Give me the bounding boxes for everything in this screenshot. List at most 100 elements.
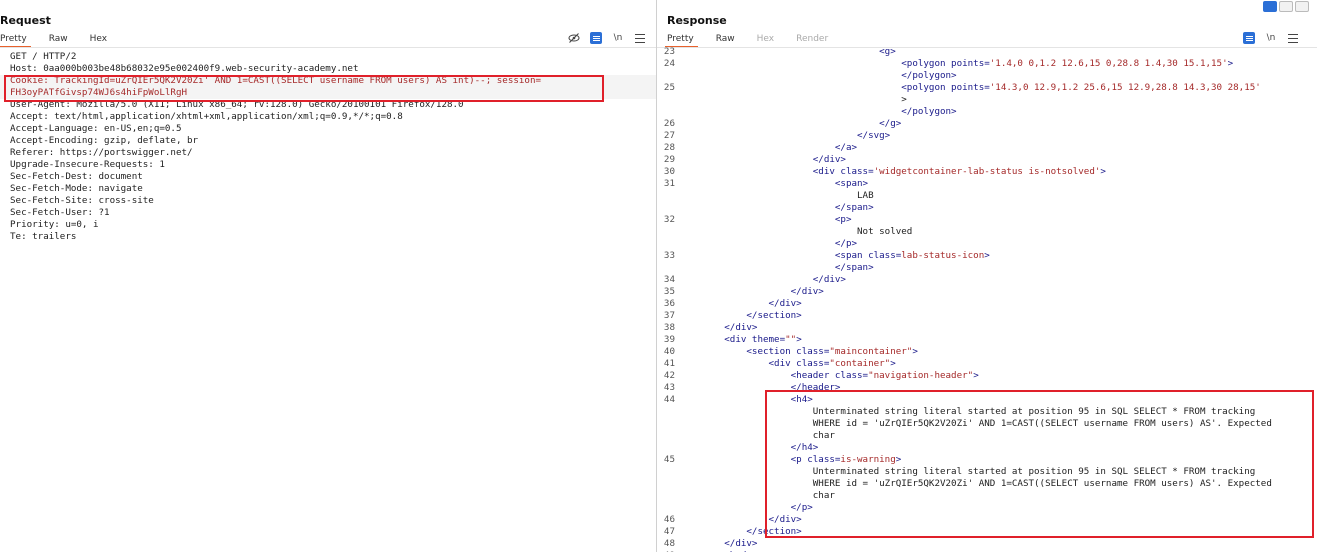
request-title: Request [0,14,51,27]
response-line: 34 </div> [657,274,1317,286]
code-text: <div theme=""> [680,334,802,345]
line-number: 26 [663,118,675,129]
response-tools: \n [1243,32,1299,44]
request-tab-pretty[interactable]: Pretty [0,31,31,48]
tabs-layout-button[interactable] [1295,1,1309,12]
request-tools: \n [568,32,646,44]
code-text: </span> [680,202,874,213]
code-text: <section class="maincontainer"> [680,346,918,357]
hamburger-icon[interactable] [634,32,646,44]
line-number: 47 [663,526,675,537]
request-tab-raw[interactable]: Raw [49,31,68,48]
request-line: Te: trailers [10,231,77,242]
code-text: <span> [680,178,869,189]
response-line: 35 </div> [657,286,1317,298]
code-text: > [680,94,907,105]
request-line: GET / HTTP/2 [10,51,77,62]
code-text: <div class="container"> [680,358,896,369]
code-text: <div class='widgetcontainer-lab-status i… [680,166,1106,177]
response-line: </span> [657,262,1317,274]
code-text: <g> [680,46,896,57]
response-line: > [657,94,1317,106]
response-line: </polygon> [657,70,1317,82]
response-line: 23 <g> [657,46,1317,58]
line-number: 48 [663,538,675,549]
code-text: </div> [680,154,846,165]
hamburger-icon[interactable] [1287,32,1299,44]
code-text: </a> [680,142,858,153]
response-line: 26 </g> [657,118,1317,130]
request-line: Sec-Fetch-Site: cross-site [10,195,154,206]
code-text: Not solved [680,226,913,237]
split-vertical-button[interactable] [1279,1,1293,12]
code-text: </g> [680,118,902,129]
code-text: </polygon> [680,106,957,117]
split-horizontal-button[interactable] [1263,1,1277,12]
line-number: 25 [663,82,675,93]
request-line: Referer: https://portswigger.net/ [10,147,193,158]
response-line: 29 </div> [657,154,1317,166]
request-tab-hex[interactable]: Hex [90,31,107,48]
line-number: 29 [663,154,675,165]
layout-toggle [1263,1,1309,12]
response-line: 31 <span> [657,178,1317,190]
response-line: 30 <div class='widgetcontainer-lab-statu… [657,166,1317,178]
line-number: 42 [663,370,675,381]
code-text: <polygon points='1.4,0 0,1.2 12.6,15 0,2… [680,58,1234,69]
code-text: </div> [680,274,846,285]
response-pane: Response Pretty Raw Hex Render \n 23 <g>… [657,0,1317,552]
response-line: 41 <div class="container"> [657,358,1317,370]
response-line: 32 <p> [657,214,1317,226]
code-text: <p> [680,214,852,225]
request-line: Sec-Fetch-Dest: document [10,171,143,182]
line-number: 35 [663,286,675,297]
cookie-highlight-box [4,75,604,102]
code-text: <header class="navigation-header"> [680,370,979,381]
line-number: 30 [663,166,675,177]
response-line: 38 </div> [657,322,1317,334]
code-text: </p> [680,238,858,249]
code-text: </div> [680,538,758,549]
code-text: </polygon> [680,70,957,81]
response-line: 27 </svg> [657,130,1317,142]
line-number: 32 [663,214,675,225]
line-number: 41 [663,358,675,369]
line-number: 38 [663,322,675,333]
request-line: Sec-Fetch-User: ?1 [10,207,110,218]
response-line: Not solved [657,226,1317,238]
line-number: 28 [663,142,675,153]
request-line: Sec-Fetch-Mode: navigate [10,183,143,194]
line-number: 36 [663,298,675,309]
newline-toggle[interactable]: \n [612,32,624,44]
error-highlight-box [765,390,1314,538]
code-text: </div> [680,322,758,333]
list-view-icon[interactable] [590,32,602,44]
code-text: </div> [680,286,824,297]
line-number: 33 [663,250,675,261]
line-number: 37 [663,310,675,321]
line-number: 39 [663,334,675,345]
code-text: </section> [680,310,802,321]
line-number: 31 [663,178,675,189]
line-number: 34 [663,274,675,285]
request-pane: Request Pretty Raw Hex \n GET / HTTP/2 H… [0,0,656,552]
response-line: 25 <polygon points='14.3,0 12.9,1.2 25.6… [657,82,1317,94]
response-line: LAB [657,190,1317,202]
response-line: </p> [657,238,1317,250]
request-line: Upgrade-Insecure-Requests: 1 [10,159,165,170]
response-line: </polygon> [657,106,1317,118]
response-line: 42 <header class="navigation-header"> [657,370,1317,382]
newline-toggle[interactable]: \n [1265,32,1277,44]
request-line: Accept: text/html,application/xhtml+xml,… [10,111,403,122]
list-view-icon[interactable] [1243,32,1255,44]
eye-slash-icon[interactable] [568,32,580,44]
request-line: Accept-Language: en-US,en;q=0.5 [10,123,182,134]
response-line: 48 </div> [657,538,1317,550]
line-number: 24 [663,58,675,69]
request-line: Accept-Encoding: gzip, deflate, br [10,135,199,146]
response-line: 39 <div theme=""> [657,334,1317,346]
response-line: 24 <polygon points='1.4,0 0,1.2 12.6,15 … [657,58,1317,70]
line-number: 40 [663,346,675,357]
code-text: </span> [680,262,874,273]
request-tab-divider [0,47,656,48]
